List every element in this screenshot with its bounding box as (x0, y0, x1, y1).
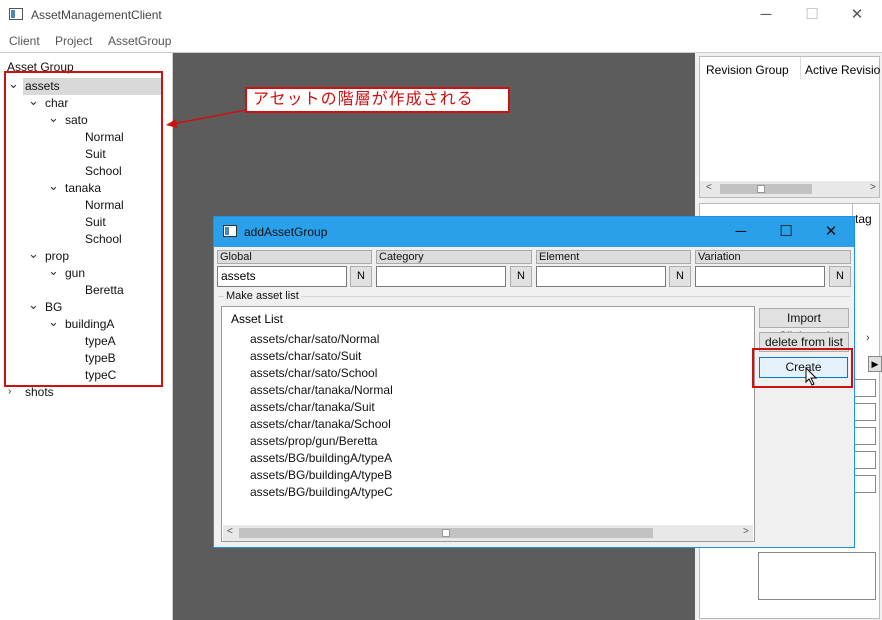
global-n-button[interactable]: N (350, 266, 372, 287)
revision-group-table: Revision Group Active Revisio < > (699, 56, 880, 198)
col-divider (800, 57, 801, 79)
menu-bar: Client Project AssetGroup (0, 31, 882, 53)
asset-list-item[interactable]: assets/char/sato/Normal (250, 332, 379, 346)
menu-project[interactable]: Project (55, 34, 92, 48)
dialog-app-icon (223, 225, 237, 237)
arrow-right-icon[interactable]: ▶ (868, 356, 882, 372)
category-input[interactable] (376, 266, 506, 287)
text-area[interactable] (758, 552, 876, 600)
make-asset-list-label: Make asset list (224, 290, 301, 302)
group-divider (218, 296, 850, 297)
mouse-cursor-icon (805, 367, 818, 386)
minimize-button[interactable]: ─ (752, 6, 780, 26)
col-active-revision: Active Revisio (805, 63, 881, 77)
asset-list-item[interactable]: assets/BG/buildingA/typeB (250, 468, 392, 482)
asset-list-item[interactable]: assets/prop/gun/Beretta (250, 434, 377, 448)
menu-assetgroup[interactable]: AssetGroup (108, 34, 171, 48)
list-hscroll[interactable]: < > (223, 525, 753, 541)
asset-list-header: Asset List (231, 312, 284, 326)
scroll-thumb[interactable] (720, 184, 812, 194)
variation-input[interactable] (695, 266, 825, 287)
asset-list-item[interactable]: assets/char/sato/Suit (250, 349, 361, 363)
maximize-button[interactable]: ☐ (798, 6, 826, 26)
title-bar: AssetManagementClient ─ ☐ ✕ (0, 0, 882, 31)
variation-n-button[interactable]: N (829, 266, 851, 287)
list-scroll-grip-icon (442, 529, 450, 537)
dialog-title-bar: addAssetGroup ─ ☐ ✕ (214, 217, 854, 247)
asset-list-box[interactable]: Asset List assets/char/sato/Normal assets… (221, 306, 755, 542)
asset-list-item[interactable]: assets/BG/buildingA/typeA (250, 451, 392, 465)
annotation-arrow (166, 109, 247, 128)
element-n-button[interactable]: N (669, 266, 691, 287)
col-revision-group: Revision Group (706, 63, 789, 77)
field-4[interactable] (852, 451, 876, 469)
scroll-right-icon[interactable]: > (870, 182, 876, 193)
header-global: Global (217, 250, 372, 264)
asset-list-item[interactable]: assets/char/tanaka/Suit (250, 400, 375, 414)
table-hscroll[interactable]: < > (700, 181, 879, 197)
scroll-grip-icon (757, 185, 765, 193)
dialog-maximize-button[interactable]: ☐ (772, 222, 800, 242)
asset-list-item[interactable]: assets/char/tanaka/School (250, 417, 391, 431)
asset-list-item[interactable]: assets/char/sato/School (250, 366, 377, 380)
header-category: Category (376, 250, 532, 264)
field-3[interactable] (852, 427, 876, 445)
asset-list-item[interactable]: assets/BG/buildingA/typeC (250, 485, 393, 499)
import-clipboard-button[interactable]: Import Clipboard (759, 308, 849, 343)
field-1[interactable] (852, 379, 876, 397)
menu-client[interactable]: Client (9, 34, 40, 48)
app-icon (9, 8, 23, 20)
add-asset-group-dialog: addAssetGroup ─ ☐ ✕ Global Category Elem… (213, 216, 855, 548)
dialog-title: addAssetGroup (244, 225, 328, 239)
global-input[interactable]: assets (217, 266, 347, 287)
tab-tag[interactable]: tag (855, 212, 872, 226)
collapse-chevron-icon[interactable]: › (8, 386, 11, 397)
tree-highlight-frame (4, 71, 163, 387)
list-scroll-left-icon[interactable]: < (227, 526, 233, 537)
asset-list-item[interactable]: assets/char/tanaka/Normal (250, 383, 393, 397)
scroll-left-icon[interactable]: < (706, 182, 712, 193)
window-title: AssetManagementClient (31, 8, 162, 22)
category-n-button[interactable]: N (510, 266, 532, 287)
create-button[interactable]: Create (759, 357, 848, 378)
field-5[interactable] (852, 475, 876, 493)
field-2[interactable] (852, 403, 876, 421)
list-scroll-right-icon[interactable]: > (743, 526, 749, 537)
panel-chevron-icon[interactable]: › (866, 332, 870, 344)
header-variation: Variation (695, 250, 851, 264)
dialog-minimize-button[interactable]: ─ (727, 222, 755, 242)
header-element: Element (536, 250, 691, 264)
annotation-callout: アセットの階層が作成される (245, 87, 510, 113)
element-input[interactable] (536, 266, 666, 287)
dialog-close-button[interactable]: ✕ (817, 222, 845, 242)
close-button[interactable]: ✕ (843, 6, 871, 26)
